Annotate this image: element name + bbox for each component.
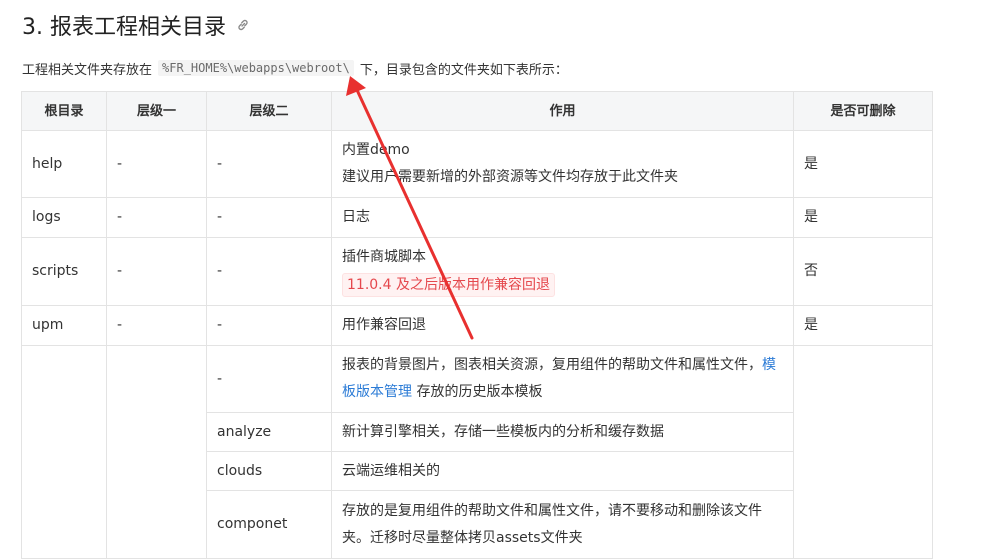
table-row: logs - - 日志 是 [21, 197, 933, 238]
cell-level2: - [206, 305, 332, 346]
table-header-row: 根目录 层级一 层级二 作用 是否可删除 [21, 91, 933, 131]
table-row: - 报表的背景图片，图表相关资源，复用组件的帮助文件和属性文件，模板版本管理 存… [21, 345, 933, 559]
cell-level1: - [106, 237, 207, 306]
cell-use: 内置demo 建议用户需要新增的外部资源等文件均存放于此文件夹 [331, 130, 794, 198]
table-row: help - - 内置demo 建议用户需要新增的外部资源等文件均存放于此文件夹… [21, 130, 933, 198]
version-tag: 11.0.4 及之后版本用作兼容回退 [342, 273, 555, 297]
use-text: 存放的历史版本模板 [416, 384, 543, 400]
cell-use: 插件商城脚本 11.0.4 及之后版本用作兼容回退 [331, 237, 794, 306]
cell-level1: - [106, 197, 207, 238]
cell-level1: - [106, 130, 207, 198]
cell-deletable: 否 [793, 237, 933, 306]
cell-use: 用作兼容回退 [331, 305, 794, 346]
intro-after: 下，目录包含的文件夹如下表所示： [359, 62, 568, 78]
cell-root: logs [21, 197, 107, 238]
header-root: 根目录 [21, 91, 107, 131]
cell-use: 云端运维相关的 [331, 451, 794, 491]
path-code: %FR_HOME%\webapps\webroot\ [158, 60, 354, 76]
cell-level1: - [106, 305, 207, 346]
use-line: 插件商城脚本 [342, 249, 426, 265]
cell-deletable-empty [793, 345, 933, 559]
header-deletable: 是否可删除 [793, 91, 933, 131]
cell-level2: - [206, 345, 332, 413]
cell-root: help [21, 130, 107, 198]
cell-deletable: 是 [793, 130, 933, 198]
cell-use: 报表的背景图片，图表相关资源，复用组件的帮助文件和属性文件，模板版本管理 存放的… [331, 345, 794, 413]
cell-level2: - [206, 237, 332, 306]
header-use: 作用 [331, 91, 794, 131]
directory-table: 根目录 层级一 层级二 作用 是否可删除 help - - 内置demo 建议用… [21, 91, 933, 559]
intro-paragraph: 工程相关文件夹存放在 %FR_HOME%\webapps\webroot\ 下，… [22, 58, 568, 78]
cell-level2: componet [206, 490, 332, 559]
table-row: upm - - 用作兼容回退 是 [21, 305, 933, 346]
section-heading: 3. 报表工程相关目录 [22, 9, 250, 41]
cell-use: 新计算引擎相关，存储一些模板内的分析和缓存数据 [331, 412, 794, 452]
header-level1: 层级一 [106, 91, 207, 131]
use-text: 报表的背景图片，图表相关资源，复用组件的帮助文件和属性文件， [342, 357, 762, 373]
cell-use: 日志 [331, 197, 794, 238]
cell-level2: analyze [206, 412, 332, 452]
cell-root: upm [21, 305, 107, 346]
cell-use: 存放的是复用组件的帮助文件和属性文件，请不要移动和删除该文件夹。迁移时尽量整体拷… [331, 490, 794, 559]
link-icon[interactable] [236, 18, 250, 32]
cell-deletable: 是 [793, 197, 933, 238]
heading-text: 3. 报表工程相关目录 [22, 15, 226, 40]
cell-root-empty [21, 345, 107, 559]
table-row: scripts - - 插件商城脚本 11.0.4 及之后版本用作兼容回退 否 [21, 237, 933, 306]
cell-level2: - [206, 130, 332, 198]
cell-deletable: 是 [793, 305, 933, 346]
cell-level2: - [206, 197, 332, 238]
use-line: 建议用户需要新增的外部资源等文件均存放于此文件夹 [342, 169, 678, 185]
cell-level2: clouds [206, 451, 332, 491]
use-line: 内置demo [342, 142, 410, 158]
cell-root: scripts [21, 237, 107, 306]
cell-level1-empty [106, 345, 207, 559]
header-level2: 层级二 [206, 91, 332, 131]
intro-before: 工程相关文件夹存放在 [22, 62, 153, 78]
